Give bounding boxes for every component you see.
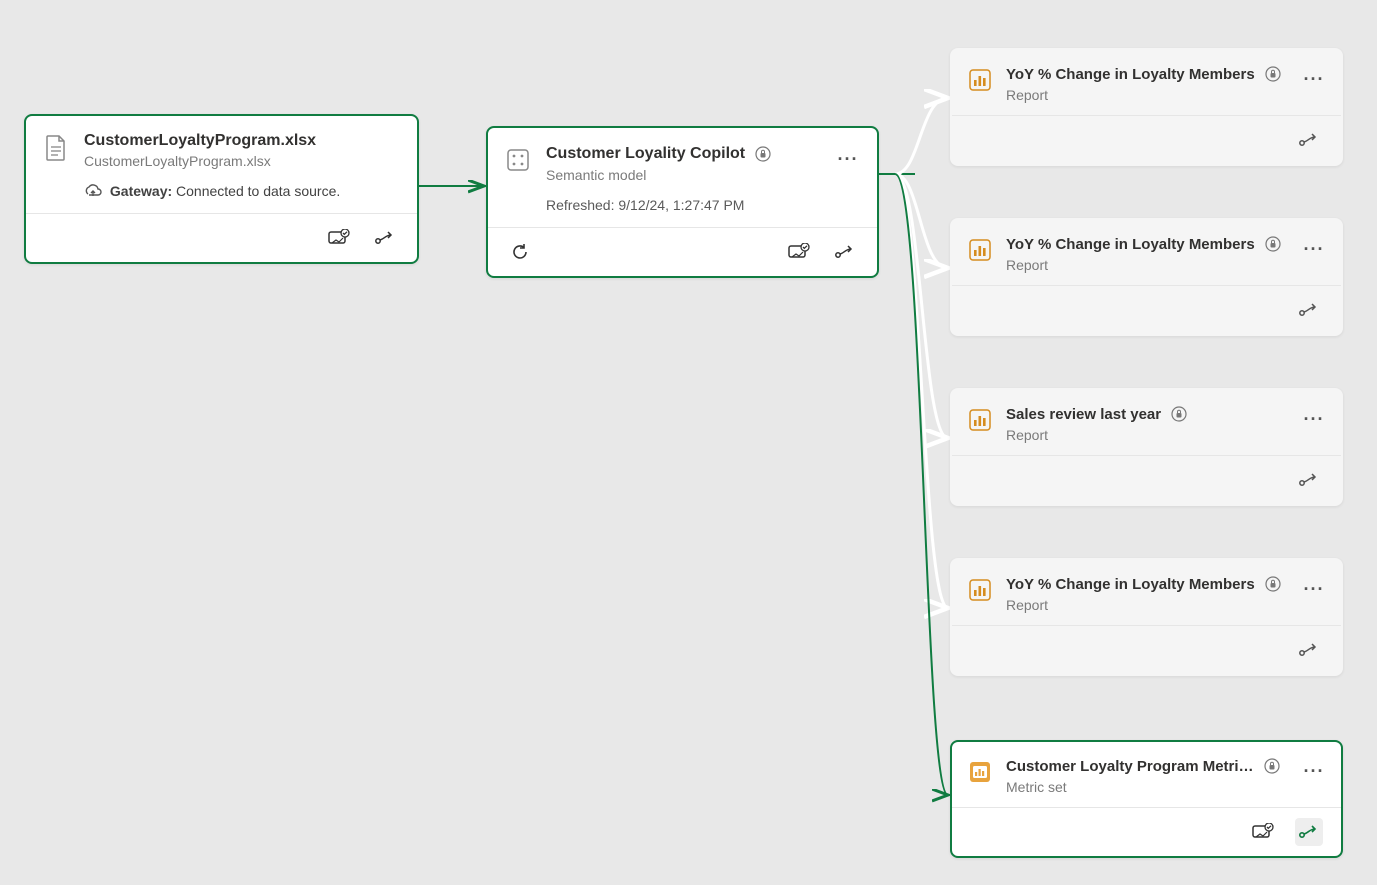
show-lineage-button[interactable]: [1295, 126, 1323, 154]
show-lineage-button[interactable]: [371, 224, 399, 252]
lock-icon: [1263, 64, 1283, 84]
node-metric-set[interactable]: Customer Loyalty Program Metri… Metric se…: [950, 740, 1343, 858]
impact-analysis-button[interactable]: [1249, 818, 1277, 846]
more-options-button[interactable]: ···: [1301, 406, 1327, 432]
downstream-title: YoY % Change in Loyalty Members: [1006, 236, 1255, 253]
more-options-button[interactable]: ···: [1301, 576, 1327, 602]
downstream-title: Customer Loyalty Program Metri…: [1006, 758, 1254, 775]
lock-icon: [1263, 234, 1283, 254]
report-icon: [966, 576, 994, 604]
more-options-button[interactable]: ···: [1301, 758, 1327, 784]
show-lineage-button[interactable]: [1295, 636, 1323, 664]
more-options-button[interactable]: ···: [1301, 236, 1327, 262]
source-subtitle: CustomerLoyaltyProgram.xlsx: [84, 153, 401, 169]
more-options-button[interactable]: ···: [835, 146, 861, 172]
downstream-title: YoY % Change in Loyalty Members: [1006, 66, 1255, 83]
impact-analysis-button[interactable]: [785, 238, 813, 266]
node-semantic-model[interactable]: Customer Loyality Copilot Semantic model…: [486, 126, 879, 278]
show-lineage-button[interactable]: [1295, 296, 1323, 324]
downstream-type: Report: [1006, 427, 1289, 443]
lock-icon: [1169, 404, 1189, 424]
show-lineage-button[interactable]: [1295, 466, 1323, 494]
file-icon: [42, 134, 70, 162]
node-report[interactable]: Sales review last year Report ···: [950, 388, 1343, 506]
downstream-type: Report: [1006, 597, 1289, 613]
lock-icon: [753, 144, 773, 164]
report-icon: [966, 66, 994, 94]
show-lineage-button[interactable]: [831, 238, 859, 266]
lock-icon: [1262, 756, 1282, 776]
downstream-title: Sales review last year: [1006, 406, 1161, 423]
model-title: Customer Loyality Copilot: [546, 145, 745, 163]
node-report[interactable]: YoY % Change in Loyalty Members Report ···: [950, 558, 1343, 676]
show-lineage-button[interactable]: [1295, 818, 1323, 846]
impact-analysis-button[interactable]: [325, 224, 353, 252]
metric-set-icon: [966, 758, 994, 786]
more-options-button[interactable]: ···: [1301, 66, 1327, 92]
downstream-type: Report: [1006, 257, 1289, 273]
node-source-file[interactable]: CustomerLoyaltyProgram.xlsx CustomerLoya…: [24, 114, 419, 264]
downstream-type: Metric set: [1006, 779, 1289, 795]
downstream-type: Report: [1006, 87, 1289, 103]
source-title: CustomerLoyaltyProgram.xlsx: [84, 132, 316, 150]
model-refreshed: Refreshed: 9/12/24, 1:27:47 PM: [546, 197, 821, 213]
report-icon: [966, 236, 994, 264]
node-report[interactable]: YoY % Change in Loyalty Members Report ···: [950, 218, 1343, 336]
node-report[interactable]: YoY % Change in Loyalty Members Report ···: [950, 48, 1343, 166]
semantic-model-icon: [504, 146, 532, 174]
downstream-title: YoY % Change in Loyalty Members: [1006, 576, 1255, 593]
refresh-button[interactable]: [506, 238, 534, 266]
gateway-status: Gateway: Connected to data source.: [84, 183, 401, 199]
model-type: Semantic model: [546, 167, 821, 183]
lock-icon: [1263, 574, 1283, 594]
report-icon: [966, 406, 994, 434]
